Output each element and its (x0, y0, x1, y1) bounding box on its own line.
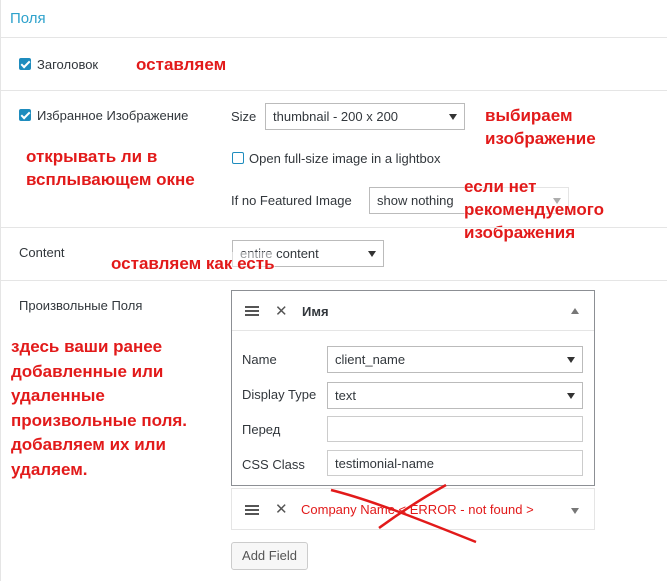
cross-out-mark (330, 483, 477, 544)
add-field-button[interactable]: Add Field (231, 542, 308, 570)
settings-panel: Поля Заголовок оставляем Избранное Изобр… (0, 0, 667, 581)
